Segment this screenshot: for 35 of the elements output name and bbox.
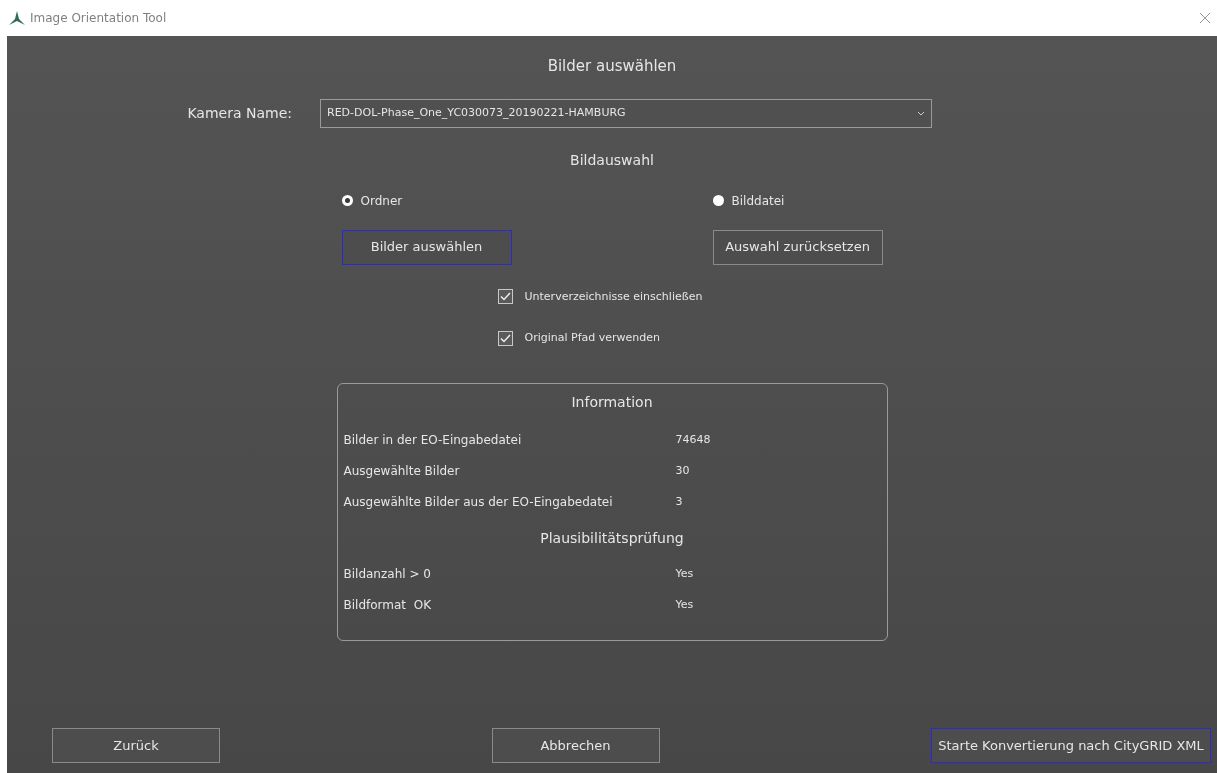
camera-name-label: Kamera Name: (186, 103, 292, 123)
radio-label: Bilddatei (731, 192, 785, 210)
info-value: 74648 (675, 431, 711, 448)
check-result: Yes (675, 596, 694, 613)
close-icon[interactable] (1199, 12, 1211, 24)
push-button[interactable]: Abbrechen (491, 728, 660, 763)
radio-label: Ordner (360, 192, 403, 210)
check-label: Bildanzahl > 0 (343, 566, 432, 583)
window-title: Image Orientation Tool (30, 10, 167, 27)
push-button[interactable]: Auswahl zurücksetzen (712, 229, 883, 265)
info-label: Ausgewählte Bilder aus der EO-Eingabedatei (343, 494, 614, 511)
page-heading: Bilder auswählen (547, 56, 677, 77)
info-value: 30 (675, 462, 690, 479)
checkbox-label: Unterverzeichnisse einschließen (524, 288, 703, 305)
checkbox[interactable] (497, 330, 513, 346)
camera-dropdown[interactable]: RED-DOL-Phase_One_YC030073_20190221-HAMBURG (320, 98, 932, 128)
checkmark-icon (499, 333, 511, 343)
check-label: Bildformat OK (343, 597, 432, 614)
chevron-down-icon (917, 110, 925, 116)
push-button[interactable]: Starte Konvertierung nach CityGRID XML (931, 728, 1211, 763)
push-button[interactable]: Zurück (52, 728, 220, 763)
checkbox-label: Original Pfad verwenden (524, 330, 661, 346)
checkbox[interactable] (497, 289, 513, 305)
radio-button[interactable] (712, 195, 724, 206)
panel-title: Information (571, 392, 653, 412)
section-heading: Bildauswahl (570, 150, 654, 170)
info-label: Bilder in der EO-Eingabedatei (343, 432, 523, 449)
app-logo-icon (8, 10, 26, 26)
check-result: Yes (675, 565, 694, 582)
info-label: Ausgewählte Bilder (343, 463, 461, 480)
checkmark-icon (499, 292, 511, 302)
panel-subtitle: Plausibilitätsprüfung (540, 528, 684, 548)
push-button[interactable]: Bilder auswählen (341, 229, 512, 265)
radio-button[interactable] (341, 195, 353, 206)
info-value: 3 (675, 493, 683, 510)
